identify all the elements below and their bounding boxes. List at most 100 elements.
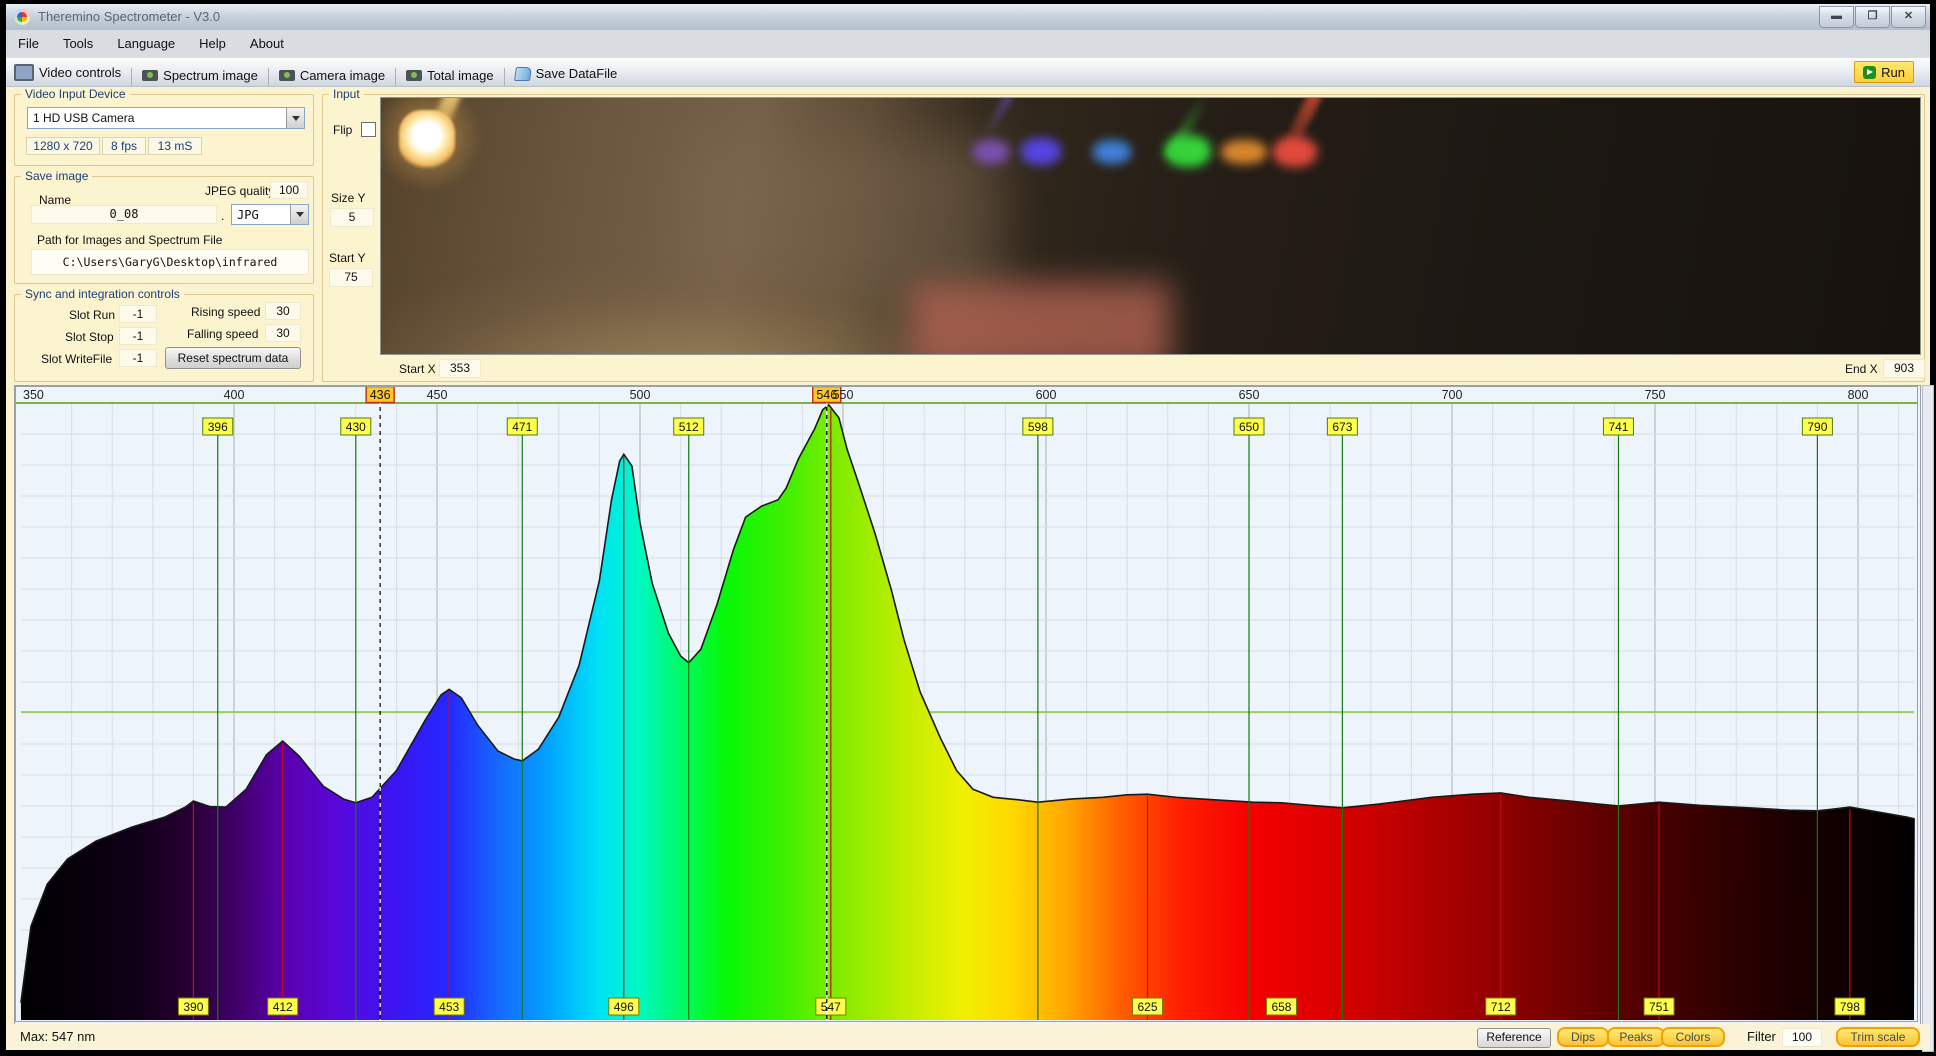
dip-badge: 673 xyxy=(1327,418,1357,435)
start-x-field[interactable]: 353 xyxy=(439,359,481,378)
svg-text:496: 496 xyxy=(614,1000,634,1014)
toolbar-camera-image[interactable]: Camera image xyxy=(271,61,393,89)
monitor-icon xyxy=(14,64,34,81)
restore-button[interactable]: ❐ xyxy=(1855,6,1890,28)
size-y-field[interactable]: 5 xyxy=(330,208,374,227)
svg-text:650: 650 xyxy=(1239,420,1259,434)
peak-badge: 751 xyxy=(1644,998,1674,1015)
format-dropdown[interactable]: JPG xyxy=(231,204,309,225)
peak-badge: 712 xyxy=(1486,998,1516,1015)
peak-badge: 547 xyxy=(816,998,846,1015)
toolbar-video-controls[interactable]: Video controls xyxy=(6,58,129,86)
axis-reference-badge: 436 xyxy=(366,387,394,403)
peak-badge: 496 xyxy=(609,998,639,1015)
start-y-label: Start Y xyxy=(329,251,365,265)
reference-button[interactable]: Reference xyxy=(1477,1028,1551,1048)
axis-tick-label: 450 xyxy=(427,388,448,402)
sync-group: Sync and integration controls Slot Run -… xyxy=(14,294,314,382)
latency-box[interactable]: 13 mS xyxy=(148,137,202,155)
end-x-field[interactable]: 903 xyxy=(1883,359,1925,378)
slot-writefile-field[interactable]: -1 xyxy=(119,349,157,367)
rising-speed-field[interactable]: 30 xyxy=(265,302,301,320)
toolbar-label: Spectrum image xyxy=(163,68,258,83)
menu-item-tools[interactable]: Tools xyxy=(51,30,105,51)
slot-stop-field[interactable]: -1 xyxy=(119,327,157,345)
flip-checkbox[interactable] xyxy=(361,122,376,137)
start-y-field[interactable]: 75 xyxy=(329,268,373,287)
svg-text:712: 712 xyxy=(1491,1000,1511,1014)
toolbar-save-datafile[interactable]: Save DataFile xyxy=(507,60,626,88)
run-label: Run xyxy=(1881,65,1905,80)
window-edge-strip xyxy=(1922,385,1934,1052)
spectrum-plot[interactable]: 396 430 471 512 598 650 673 741 790 390 xyxy=(15,386,1918,1022)
svg-text:390: 390 xyxy=(183,1000,203,1014)
svg-text:412: 412 xyxy=(273,1000,293,1014)
slot-run-field[interactable]: -1 xyxy=(119,305,157,323)
app-window: Theremino Spectrometer - V3.0 ▬ ❐ ✕ File… xyxy=(6,4,1930,1050)
axis-tick-label: 500 xyxy=(630,388,651,402)
toolbar-spectrum-image[interactable]: Spectrum image xyxy=(134,61,266,89)
file-name-field[interactable]: 0_08 xyxy=(31,205,217,224)
app-icon xyxy=(14,9,30,25)
peak-badge: 798 xyxy=(1835,998,1865,1015)
toolbar: Video controls Spectrum image Camera image… xyxy=(6,58,1930,87)
peaks-button[interactable]: Peaks xyxy=(1607,1027,1665,1047)
minimize-button[interactable]: ▬ xyxy=(1819,6,1854,28)
svg-text:741: 741 xyxy=(1608,420,1628,434)
camera-pink-patch xyxy=(911,282,1171,355)
peak-badge: 453 xyxy=(434,998,464,1015)
svg-text:751: 751 xyxy=(1649,1000,1669,1014)
svg-text:625: 625 xyxy=(1137,1000,1157,1014)
chevron-down-icon[interactable] xyxy=(290,205,308,224)
close-button[interactable]: ✕ xyxy=(1891,6,1926,28)
reset-spectrum-button[interactable]: Reset spectrum data xyxy=(165,347,301,369)
svg-text:547: 547 xyxy=(821,1000,841,1014)
status-bar: Max: 547 nm Reference Dips Peaks Colors … xyxy=(6,1024,1930,1050)
video-device-value: 1 HD USB Camera xyxy=(28,111,286,125)
peak-badge: 625 xyxy=(1133,998,1163,1015)
falling-speed-field[interactable]: 30 xyxy=(265,324,301,342)
lamp-light xyxy=(399,110,455,168)
toolbar-separator xyxy=(131,68,132,86)
slot-run-label: Slot Run xyxy=(69,308,115,322)
play-icon xyxy=(1863,66,1876,79)
size-y-label: Size Y xyxy=(331,191,365,205)
dip-badge: 396 xyxy=(203,418,233,435)
desktop: Theremino Spectrometer - V3.0 ▬ ❐ ✕ File… xyxy=(0,0,1936,1056)
svg-text:798: 798 xyxy=(1840,1000,1860,1014)
menu-item-language[interactable]: Language xyxy=(105,30,187,51)
trim-scale-button[interactable]: Trim scale xyxy=(1836,1027,1920,1047)
toolbar-total-image[interactable]: Total image xyxy=(398,61,501,89)
camera-icon xyxy=(142,70,158,81)
camera-preview[interactable] xyxy=(380,97,1921,355)
svg-text:512: 512 xyxy=(679,420,699,434)
menu-item-help[interactable]: Help xyxy=(187,30,238,51)
path-field[interactable]: C:\Users\GaryG\Desktop\infrared xyxy=(31,249,309,275)
svg-text:436: 436 xyxy=(370,388,391,402)
dot-separator: . xyxy=(221,209,224,223)
video-input-group: Video Input Device 1 HD USB Camera 1280 … xyxy=(14,94,314,166)
spectrum-chart[interactable]: 396 430 471 512 598 650 673 741 790 390 xyxy=(14,385,1921,1025)
filter-field[interactable]: 100 xyxy=(1782,1028,1822,1047)
title-bar[interactable]: Theremino Spectrometer - V3.0 ▬ ❐ ✕ xyxy=(6,4,1930,31)
axis-tick-label: 750 xyxy=(1645,388,1666,402)
axis-tick-label: 800 xyxy=(1848,388,1869,402)
colors-button[interactable]: Colors xyxy=(1661,1027,1725,1047)
sync-title: Sync and integration controls xyxy=(21,287,184,301)
jpeg-quality-field[interactable]: 100 xyxy=(270,181,308,199)
resolution-box[interactable]: 1280 x 720 xyxy=(26,137,100,155)
path-label: Path for Images and Spectrum File xyxy=(37,233,222,247)
video-device-dropdown[interactable]: 1 HD USB Camera xyxy=(27,107,305,129)
chevron-down-icon[interactable] xyxy=(286,108,304,128)
axis-tick-label: 400 xyxy=(224,388,245,402)
toolbar-label: Save DataFile xyxy=(536,66,618,81)
toolbar-separator xyxy=(268,68,269,86)
fps-box[interactable]: 8 fps xyxy=(102,137,146,155)
dips-button[interactable]: Dips xyxy=(1557,1027,1609,1047)
spectral-blob-cyan-blue xyxy=(1093,140,1131,164)
run-button[interactable]: Run xyxy=(1854,61,1914,83)
svg-text:453: 453 xyxy=(439,1000,459,1014)
dip-badge: 512 xyxy=(674,418,704,435)
menu-item-file[interactable]: File xyxy=(6,30,51,51)
menu-item-about[interactable]: About xyxy=(238,30,296,51)
